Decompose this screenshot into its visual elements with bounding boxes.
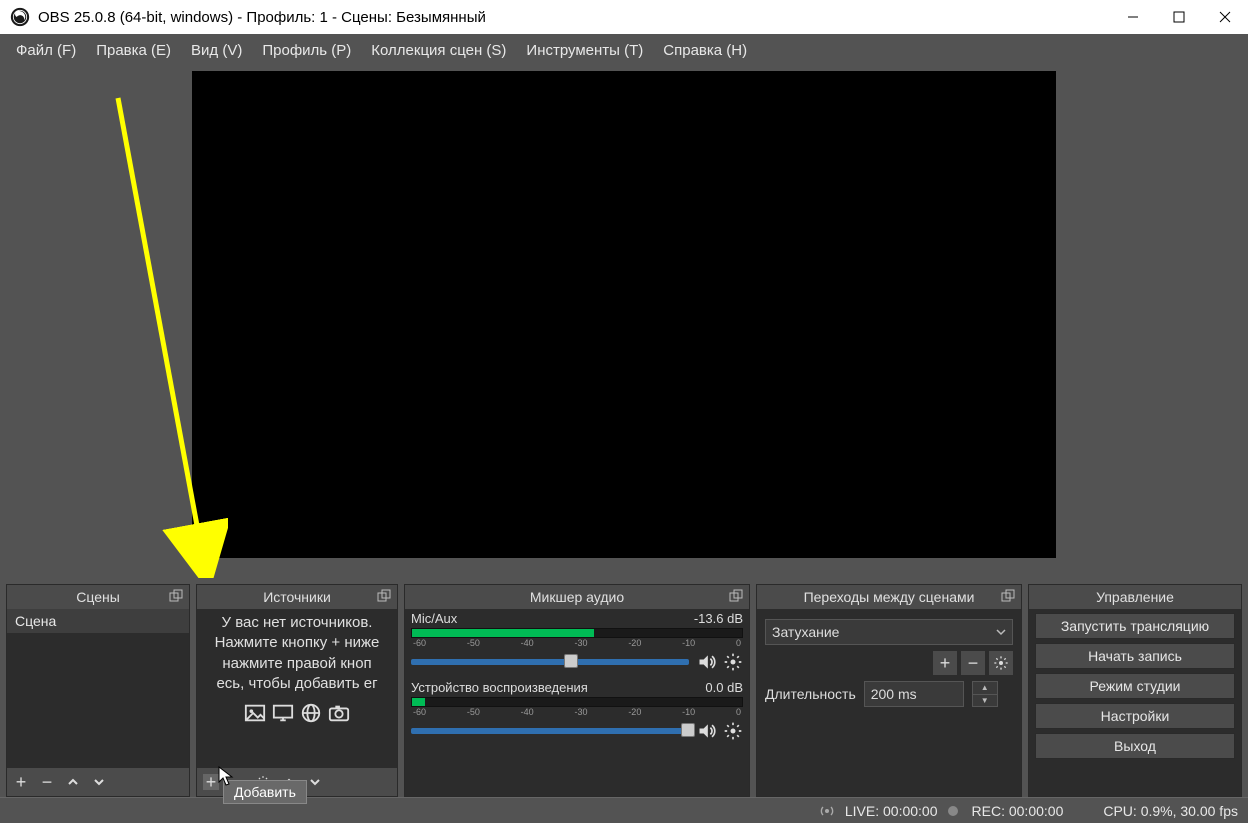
dock-controls-header: Управление [1029,585,1241,609]
status-cpu: CPU: 0.9%, 30.00 fps [1103,803,1238,819]
rec-dot-icon [948,806,958,816]
transition-add-button[interactable]: + [933,651,957,675]
menu-edit[interactable]: Правка (E) [88,38,179,63]
scene-remove-button[interactable]: − [39,774,55,790]
mixer-ch1-db: -13.6 dB [694,611,743,626]
mixer-channel-desktop: Устройство воспроизведения 0.0 dB -60-50-… [405,678,749,747]
studio-mode-button[interactable]: Режим студии [1035,673,1235,699]
menubar: Файл (F) Правка (E) Вид (V) Профиль (P) … [0,34,1248,66]
preview-canvas[interactable] [192,71,1056,558]
scenes-list[interactable]: Сцена [7,609,189,768]
menu-profile[interactable]: Профиль (P) [254,38,359,63]
speaker-icon[interactable] [697,721,717,741]
maximize-button[interactable] [1156,0,1202,34]
gear-icon[interactable] [723,652,743,672]
dock-transitions-header: Переходы между сценами [757,585,1021,609]
transition-remove-button[interactable]: − [961,651,985,675]
broadcast-icon [819,803,835,819]
cursor-icon [218,766,236,788]
speaker-icon[interactable] [697,652,717,672]
dock-controls: Управление Запустить трансляцию Начать з… [1028,584,1242,797]
dock-sources-title: Источники [263,589,331,605]
mixer-ch2-name: Устройство воспроизведения [411,680,588,695]
preview-area [0,66,1248,584]
source-add-button[interactable]: + [203,774,219,790]
mixer-ch2-db: 0.0 dB [705,680,743,695]
menu-help[interactable]: Справка (H) [655,38,755,63]
dock-controls-title: Управление [1096,589,1174,605]
globe-icon [299,702,323,724]
start-streaming-button[interactable]: Запустить трансляцию [1035,613,1235,639]
settings-button[interactable]: Настройки [1035,703,1235,729]
start-recording-button[interactable]: Начать запись [1035,643,1235,669]
titlebar: OBS 25.0.8 (64-bit, windows) - Профиль: … [0,0,1248,34]
menu-file[interactable]: Файл (F) [8,38,84,63]
mixer-channel-mic: Mic/Aux -13.6 dB -60-50-40-30-20-100 [405,609,749,678]
statusbar: LIVE: 00:00:00 REC: 00:00:00 CPU: 0.9%, … [0,797,1248,823]
window-title: OBS 25.0.8 (64-bit, windows) - Профиль: … [38,9,486,26]
docks-row: Сцены Сцена + − Источники У вас нет исто… [0,584,1248,797]
dock-scenes-header: Сцены [7,585,189,609]
exit-button[interactable]: Выход [1035,733,1235,759]
mixer-ch1-name: Mic/Aux [411,611,457,626]
sources-hint-icons [197,702,397,724]
app-window: OBS 25.0.8 (64-bit, windows) - Профиль: … [0,0,1248,823]
source-down-button[interactable] [307,774,323,790]
menu-tools[interactable]: Инструменты (T) [518,38,651,63]
image-icon [243,702,267,724]
obs-logo-icon [10,7,30,27]
popout-icon[interactable] [169,589,183,603]
scene-up-button[interactable] [65,774,81,790]
gear-icon[interactable] [723,721,743,741]
transition-select[interactable]: Затухание [765,619,1013,645]
chevron-down-icon [996,627,1006,637]
sources-empty-help: У вас нет источников. Нажмите кнопку + н… [197,609,397,698]
close-button[interactable] [1202,0,1248,34]
dock-mixer-title: Микшер аудио [530,589,624,605]
duration-input[interactable]: 200 ms [864,681,964,707]
mixer-ch2-slider[interactable] [411,728,689,734]
scene-add-button[interactable]: + [13,774,29,790]
mixer-ch1-slider[interactable] [411,659,689,665]
dock-transitions: Переходы между сценами Затухание + − [756,584,1022,797]
mixer-ch2-meter [411,697,743,707]
minimize-button[interactable] [1110,0,1156,34]
popout-icon[interactable] [377,589,391,603]
sources-list[interactable]: У вас нет источников. Нажмите кнопку + н… [197,609,397,768]
mixer-ticks: -60-50-40-30-20-100 [411,638,743,648]
dock-scenes-title: Сцены [76,589,120,605]
popout-icon[interactable] [1001,589,1015,603]
transitions-body: Затухание + − Длительность 200 ms ▲▼ [757,609,1021,796]
mixer-ch1-meter [411,628,743,638]
menu-scene-collection[interactable]: Коллекция сцен (S) [363,38,514,63]
status-rec: REC: 00:00:00 [972,803,1064,819]
transition-properties-button[interactable] [989,651,1013,675]
monitor-icon [271,702,295,724]
dock-mixer: Микшер аудио Mic/Aux -13.6 dB -60-50-40-3… [404,584,750,797]
popout-icon[interactable] [729,589,743,603]
duration-spinner[interactable]: ▲▼ [972,681,998,707]
dock-sources-header: Источники [197,585,397,609]
duration-label: Длительность [765,686,856,702]
dock-scenes: Сцены Сцена + − [6,584,190,797]
scenes-toolbar: + − [7,768,189,796]
camera-icon [327,702,351,724]
controls-body: Запустить трансляцию Начать запись Режим… [1029,609,1241,796]
status-live: LIVE: 00:00:00 [845,803,938,819]
scene-down-button[interactable] [91,774,107,790]
dock-transitions-title: Переходы между сценами [804,589,975,605]
mixer-body: Mic/Aux -13.6 dB -60-50-40-30-20-100 Устр… [405,609,749,796]
scene-item[interactable]: Сцена [7,609,189,633]
menu-view[interactable]: Вид (V) [183,38,250,63]
mixer-ticks: -60-50-40-30-20-100 [411,707,743,717]
dock-mixer-header: Микшер аудио [405,585,749,609]
